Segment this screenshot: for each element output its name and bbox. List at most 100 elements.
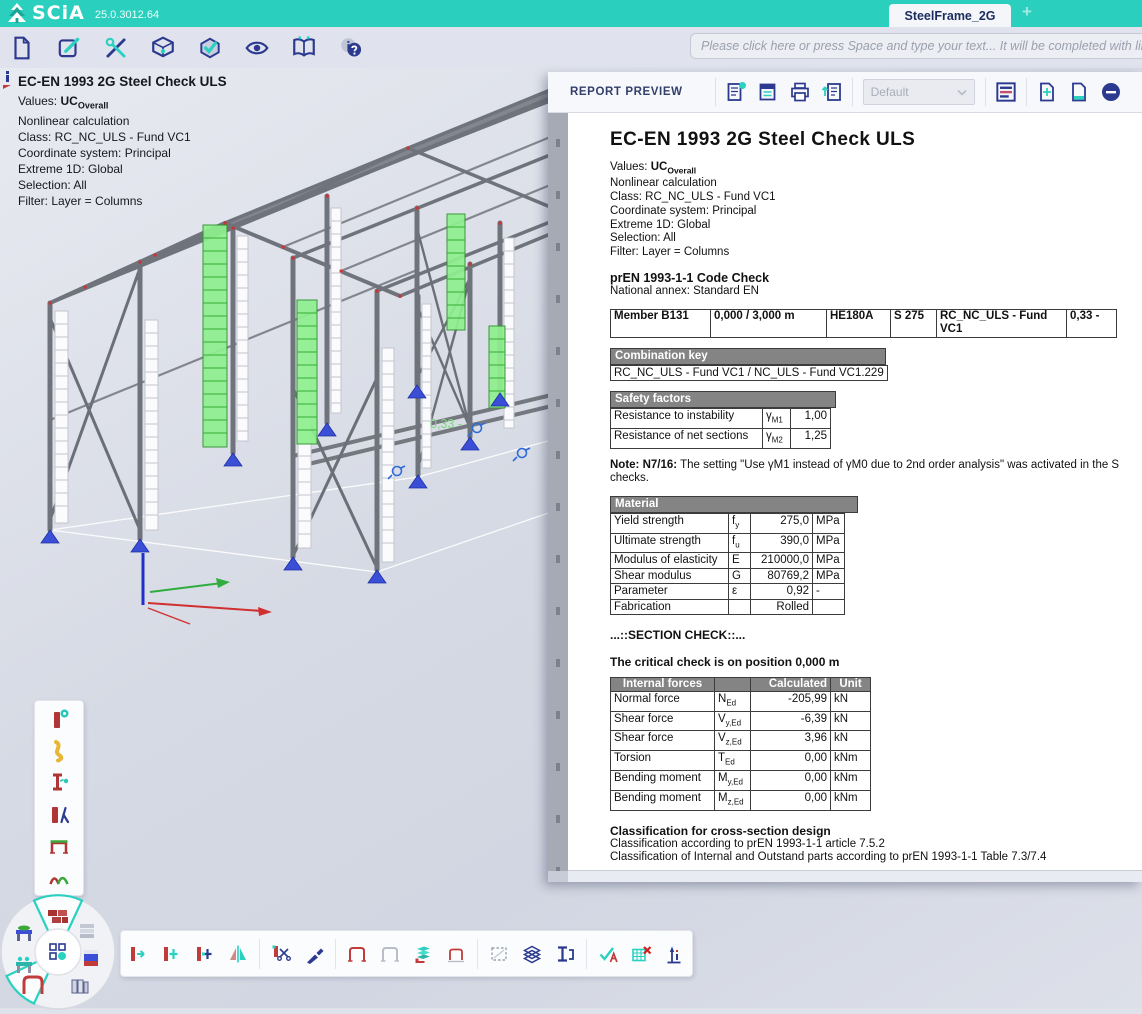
table-row: Resistance to instabilityγM11,00: [611, 409, 831, 429]
select-box-icon[interactable]: [487, 942, 511, 966]
safety-factors-table: Resistance to instabilityγM11,00Resistan…: [610, 408, 831, 449]
table-row: Parameterε0,92-: [611, 584, 845, 600]
edit-project-icon[interactable]: [55, 34, 83, 62]
wheel-stack-item[interactable]: [80, 924, 94, 938]
command-line: [690, 33, 1142, 59]
report-preview-header: REPORT PREVIEW Default: [548, 72, 1142, 113]
title-bar: SCiA 25.0.3012.64 SteelFrame_2G +: [0, 0, 1142, 27]
hinge-icons: [388, 423, 530, 479]
report-values-line: Values: UCOverall: [610, 160, 1142, 177]
table-cell: Vy,Ed: [715, 711, 751, 731]
material-table: Yield strengthfy275,0MPaUltimate strengt…: [610, 513, 845, 616]
report-manager-icon[interactable]: [752, 77, 784, 107]
table-cell: -: [813, 584, 845, 600]
print-icon[interactable]: [784, 77, 816, 107]
table-cell: Normal force: [611, 691, 715, 711]
new-tab-button[interactable]: +: [1022, 2, 1032, 22]
view-icon[interactable]: [243, 34, 271, 62]
connect-members-icon[interactable]: [160, 942, 184, 966]
project-tab-label: SteelFrame_2G: [904, 9, 995, 23]
extend-member-icon[interactable]: [127, 942, 151, 966]
zoom-100-icon[interactable]: [1095, 77, 1127, 107]
help-icon[interactable]: [337, 34, 365, 62]
column-member-icon[interactable]: [44, 705, 74, 733]
delete-table-icon[interactable]: [629, 942, 653, 966]
table-row: Bending momentMz,Ed0,00kNm: [611, 790, 871, 810]
portal-frame-gray-icon[interactable]: [378, 942, 402, 966]
table-cell: 1,25: [791, 429, 831, 449]
new-project-icon[interactable]: [8, 34, 36, 62]
cross-section-icon[interactable]: [44, 768, 74, 796]
portal-small-icon[interactable]: [444, 942, 468, 966]
result-strips-empty: [55, 208, 514, 562]
member-summary-table: Member B1310,000 / 3,000 mHE180AS 275RC_…: [610, 309, 1117, 338]
report-toc-icon[interactable]: [990, 77, 1022, 107]
combination-key-table: RC_NC_ULS - Fund VC1 / NC_ULS - Fund VC1…: [610, 365, 888, 382]
table-cell: 0,000 / 3,000 m: [711, 309, 827, 337]
table-row: Ultimate strengthfu390,0MPa: [611, 533, 845, 553]
check-member-icon[interactable]: [596, 942, 620, 966]
shell-icon[interactable]: [44, 863, 74, 891]
table-row: Shear forceVy,Ed-6,39kN: [611, 711, 871, 731]
table-row: Shear modulusG80769,2MPa: [611, 568, 845, 584]
cut-member-icon[interactable]: [269, 942, 293, 966]
new-report-icon[interactable]: [720, 77, 752, 107]
report-info-lines: Nonlinear calculationClass: RC_NC_ULS - …: [610, 177, 1142, 260]
project-tab[interactable]: SteelFrame_2G: [889, 4, 1011, 27]
beam-layers-icon[interactable]: [411, 942, 435, 966]
viewport-area: 0,33 - EC-EN 1993 2G Steel Check ULS Val…: [0, 68, 1142, 1008]
tools-icon[interactable]: [102, 34, 130, 62]
curved-member-icon[interactable]: [44, 737, 74, 765]
table-cell: S 275: [891, 309, 937, 337]
max-uc-label: 0,33 -: [430, 417, 462, 431]
report-page-gutter[interactable]: [548, 113, 568, 871]
command-input[interactable]: [690, 33, 1142, 59]
table-cell: Bending moment: [611, 790, 715, 810]
layers-icon[interactable]: [520, 942, 544, 966]
table-cell: 0,00: [751, 771, 831, 791]
table-cell: fy: [729, 513, 751, 533]
check-icon[interactable]: [196, 34, 224, 62]
table-row: FabricationRolled: [611, 599, 845, 615]
wheel-box-item[interactable]: [84, 950, 98, 966]
table-cell: Ultimate strength: [611, 533, 729, 553]
table-cell: -6,39: [751, 711, 831, 731]
haunch-icon[interactable]: [44, 831, 74, 859]
fit-page-icon[interactable]: [1031, 77, 1063, 107]
table-cell: Modulus of elasticity: [611, 553, 729, 569]
report-doc-title: EC-EN 1993 2G Steel Check ULS: [610, 129, 1142, 151]
modify-toolbar: [120, 930, 693, 977]
table-cell: [729, 599, 751, 615]
wheel-books-item[interactable]: [72, 980, 88, 993]
toolbar-separator: [852, 78, 853, 106]
libraries-icon[interactable]: [290, 34, 318, 62]
text-line: Class: RC_NC_ULS - Fund VC1: [18, 129, 227, 145]
table-cell: γM2: [763, 429, 791, 449]
report-page[interactable]: EC-EN 1993 2G Steel Check ULS Values: UC…: [568, 113, 1142, 871]
brush-icon[interactable]: [302, 942, 326, 966]
text-line: Filter: Layer = Columns: [610, 246, 1142, 260]
ucs-triad: [143, 553, 272, 624]
single-page-icon[interactable]: [1063, 77, 1095, 107]
table-cell: kNm: [831, 790, 871, 810]
report-template-dropdown[interactable]: Default: [863, 79, 975, 105]
table-cell: Unit: [831, 678, 871, 692]
dimension-line-icon[interactable]: [662, 942, 686, 966]
table-cell: Torsion: [611, 751, 715, 771]
info-icon[interactable]: [2, 70, 14, 90]
combination-key-value: RC_NC_ULS - Fund VC1 / NC_ULS - Fund VC1…: [611, 365, 888, 381]
connect-node-icon[interactable]: [193, 942, 217, 966]
internal-forces-table: Internal forcesCalculatedUnit Normal for…: [610, 677, 871, 810]
mirror-icon[interactable]: [226, 942, 250, 966]
spotlight-wheel-menu[interactable]: [0, 892, 120, 1014]
input-panel-toolbar: [34, 700, 84, 896]
table-cell: Parameter: [611, 584, 729, 600]
model-icon[interactable]: [149, 34, 177, 62]
text-label-icon[interactable]: [553, 942, 577, 966]
table-cell: Calculated: [751, 678, 831, 692]
text-line: Coordinate system: Principal: [18, 145, 227, 161]
portal-frame-icon[interactable]: [345, 942, 369, 966]
report-horizontal-scrollbar[interactable]: [568, 870, 1142, 882]
export-report-icon[interactable]: [816, 77, 848, 107]
stability-member-icon[interactable]: [44, 800, 74, 828]
